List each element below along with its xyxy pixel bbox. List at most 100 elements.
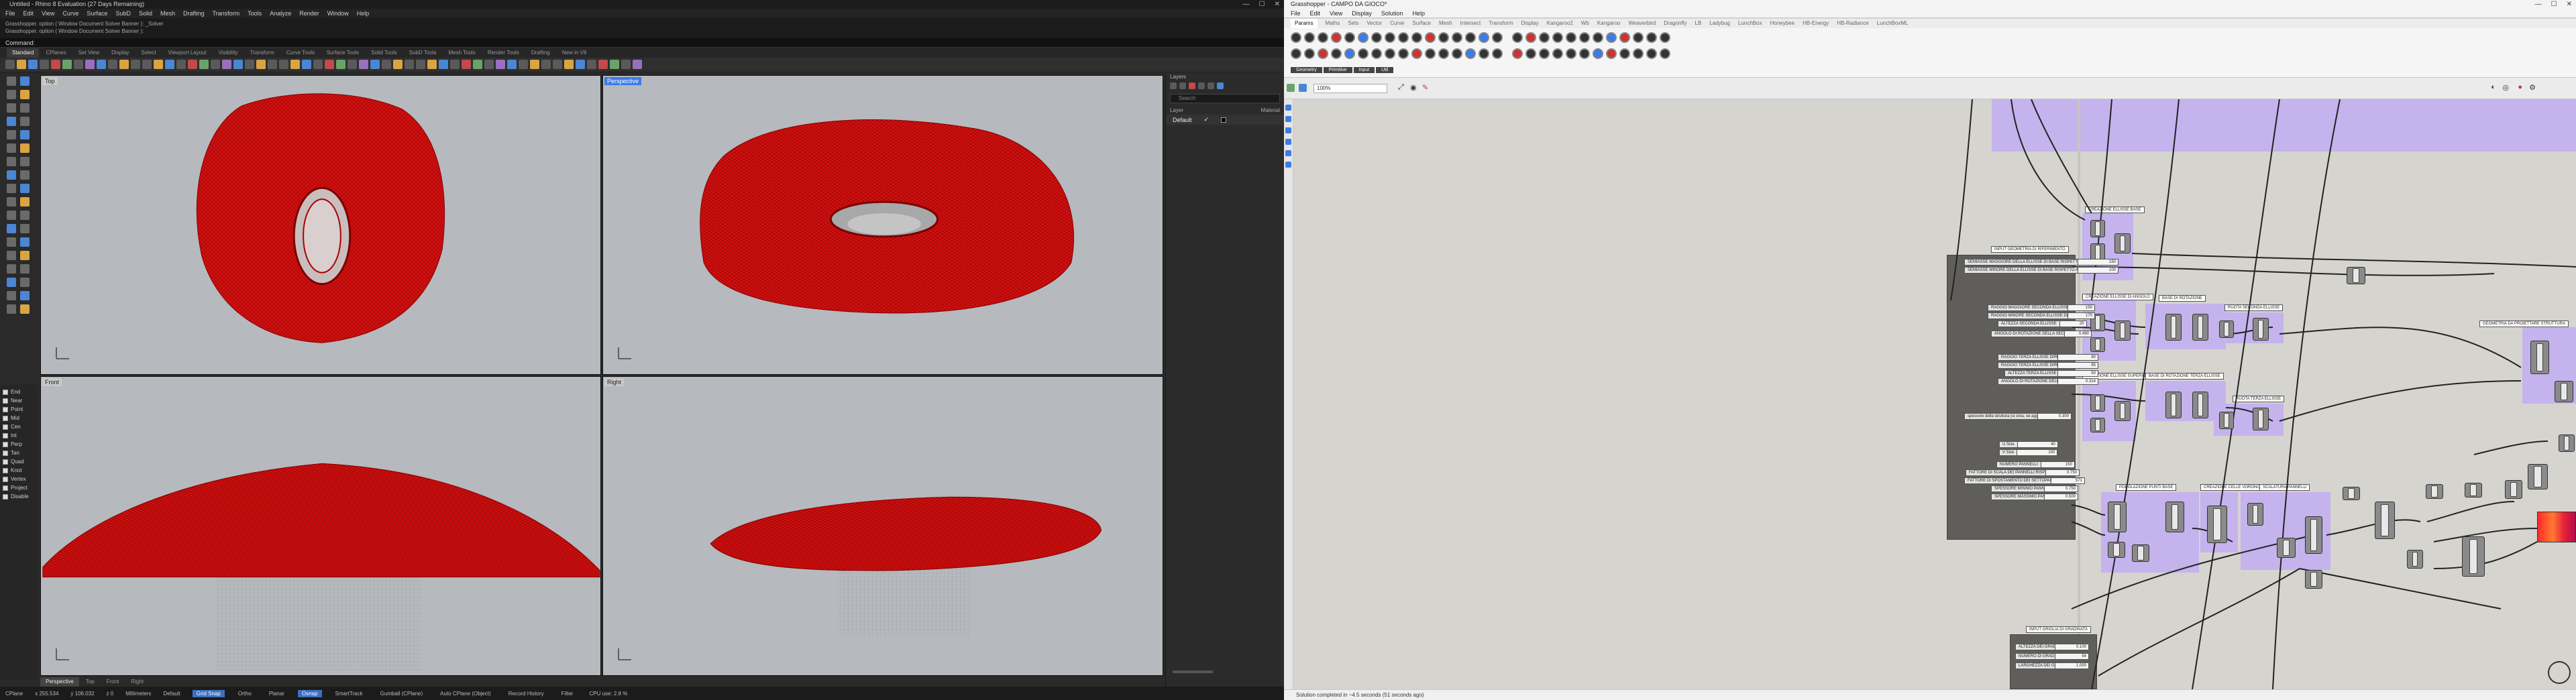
gh-component[interactable] <box>2426 484 2443 499</box>
gh-component[interactable] <box>2462 536 2485 577</box>
component-icon[interactable] <box>1633 48 1644 59</box>
number-slider[interactable]: SEMIASSE MAGGIORE DELLA ELLISSE DI BASE … <box>1964 259 2118 266</box>
toolbar-tool-icon[interactable] <box>222 60 231 69</box>
left-tool-icon[interactable] <box>20 130 30 139</box>
menu-item-surface[interactable]: Surface <box>87 9 107 18</box>
viewport-tab[interactable]: Right <box>125 677 149 687</box>
slider-track[interactable]: 0.750 <box>2046 469 2080 476</box>
gh-tab[interactable]: Kangaroo <box>1597 19 1621 28</box>
toolbar-tab[interactable]: Viewport Layout <box>163 48 212 58</box>
status-toggle[interactable]: Planar <box>265 690 288 697</box>
minimize-icon[interactable]: — <box>1243 0 1250 9</box>
toolbar-tool-icon[interactable] <box>17 60 26 69</box>
gh-component[interactable] <box>2192 392 2208 418</box>
slider-track[interactable]: 170 <box>2068 312 2095 319</box>
toolbar-tab[interactable]: Display <box>106 48 134 58</box>
number-slider[interactable]: spessore della struttura (si crea, se ag… <box>1964 413 2072 420</box>
menu-item-help[interactable]: Help <box>357 9 370 18</box>
checkbox[interactable] <box>3 441 8 447</box>
gh-tab[interactable]: Sets <box>1348 19 1358 28</box>
left-tool-icon[interactable] <box>7 237 16 247</box>
toolbar-tool-icon[interactable] <box>633 60 642 69</box>
menu-item-subd[interactable]: SubD <box>115 9 131 18</box>
toolbar-tool-icon[interactable] <box>268 60 277 69</box>
component-icon[interactable] <box>1425 48 1436 59</box>
preview-settings-icon[interactable]: ⚙ <box>2529 83 2536 92</box>
sidebar-tool-icon[interactable] <box>1285 105 1291 111</box>
viewport-front[interactable]: Front <box>40 376 601 676</box>
component-icon[interactable] <box>1304 32 1315 43</box>
toolbar-tab[interactable]: Visibility <box>213 48 244 58</box>
toolbar-tool-icon[interactable] <box>359 60 368 69</box>
gh-component[interactable] <box>2192 314 2208 341</box>
checkbox[interactable] <box>3 450 8 456</box>
toolbar-tool-icon[interactable] <box>496 60 505 69</box>
toolbar-tab[interactable]: Transform <box>245 48 280 58</box>
toolbar-tab[interactable]: Mesh Tools <box>443 48 481 58</box>
menu-item-solid[interactable]: Solid <box>139 9 152 18</box>
component-icon[interactable] <box>1579 32 1590 43</box>
number-slider[interactable]: RAGGIO TERZA ELLISSE DIREZIONE X 80 <box>1998 354 2098 361</box>
move-down-icon[interactable] <box>1208 82 1214 89</box>
osnap-perp[interactable]: Perp <box>3 440 35 449</box>
component-icon[interactable] <box>1371 32 1382 43</box>
component-icon[interactable] <box>1660 32 1670 43</box>
toolbar-tool-icon[interactable] <box>621 60 631 69</box>
checkbox[interactable] <box>3 398 8 404</box>
toolbar-tool-icon[interactable] <box>370 60 380 69</box>
gh-tab[interactable]: LunchBox <box>1738 19 1762 28</box>
component-icon[interactable] <box>1606 48 1617 59</box>
menu-item-tools[interactable]: Tools <box>248 9 262 18</box>
left-tool-icon[interactable] <box>20 170 30 180</box>
toolbar-tool-icon[interactable] <box>97 60 106 69</box>
menu-item-render[interactable]: Render <box>299 9 319 18</box>
left-tool-icon[interactable] <box>7 143 16 153</box>
number-slider[interactable]: FATTORE DI SCALA DEI PANNELLI RISPETTO A… <box>1966 469 2080 476</box>
gh-component[interactable] <box>2305 516 2322 554</box>
number-slider[interactable]: SPESSORE MASSIMO PANNELLI 0.500 <box>1991 493 2078 500</box>
toolbar-tool-icon[interactable] <box>530 60 539 69</box>
slider-track[interactable]: 571 <box>2051 477 2085 484</box>
number-slider[interactable]: SPESSORE MINIMO PANNELLI 0.750 <box>1991 485 2078 492</box>
menu-item-window[interactable]: Window <box>327 9 349 18</box>
component-icon[interactable] <box>1291 32 1301 43</box>
left-tool-icon[interactable] <box>20 291 30 300</box>
left-tool-icon[interactable] <box>7 130 16 139</box>
viewport-right[interactable]: Right <box>602 376 1163 676</box>
slider-track[interactable]: 150 <box>2078 259 2118 266</box>
gh-component[interactable] <box>2165 314 2182 341</box>
sidebar-tool-icon[interactable] <box>1285 139 1291 145</box>
toolbar-tool-icon[interactable] <box>325 60 334 69</box>
toolbar-tool-icon[interactable] <box>484 60 494 69</box>
maximize-icon[interactable]: ☐ <box>1259 0 1265 9</box>
left-tool-icon[interactable] <box>20 304 30 314</box>
toolbar-tool-icon[interactable] <box>188 60 197 69</box>
toolbar-tool-icon[interactable] <box>553 60 562 69</box>
left-tool-icon[interactable] <box>7 170 16 180</box>
gh-gradient-swatch[interactable] <box>2537 512 2576 542</box>
toolbar-tool-icon[interactable] <box>279 60 288 69</box>
status-toggle[interactable]: Ortho <box>234 690 256 697</box>
viewport-label-top[interactable]: Top <box>42 77 58 85</box>
component-icon[interactable] <box>1358 48 1368 59</box>
toolbar-tab[interactable]: SubD Tools <box>404 48 442 58</box>
component-icon[interactable] <box>1539 32 1550 43</box>
left-tool-icon[interactable] <box>20 90 30 99</box>
number-slider[interactable]: ANGOLO DI ROTAZIONE DELLA SECONDA ELLISS… <box>1991 331 2092 337</box>
layer-search-input[interactable]: Search <box>1170 94 1280 103</box>
toolbar-tool-icon[interactable] <box>313 60 323 69</box>
osnap-end[interactable]: End <box>3 388 35 396</box>
toolbar-tab[interactable]: Surface Tools <box>321 48 364 58</box>
checkbox[interactable] <box>3 485 8 491</box>
toolbar-tool-icon[interactable] <box>74 60 83 69</box>
toolbar-tool-icon[interactable] <box>598 60 608 69</box>
gh-tab[interactable]: Dragonfly <box>1664 19 1686 28</box>
left-tool-icon[interactable] <box>7 211 16 220</box>
component-icon[interactable] <box>1304 48 1315 59</box>
component-icon[interactable] <box>1539 48 1550 59</box>
gh-component[interactable] <box>2090 394 2105 412</box>
component-icon[interactable] <box>1479 32 1489 43</box>
status-toggle[interactable]: Record History <box>504 690 548 697</box>
toolbar-tool-icon[interactable] <box>233 60 243 69</box>
toolbar-tool-icon[interactable] <box>131 60 140 69</box>
